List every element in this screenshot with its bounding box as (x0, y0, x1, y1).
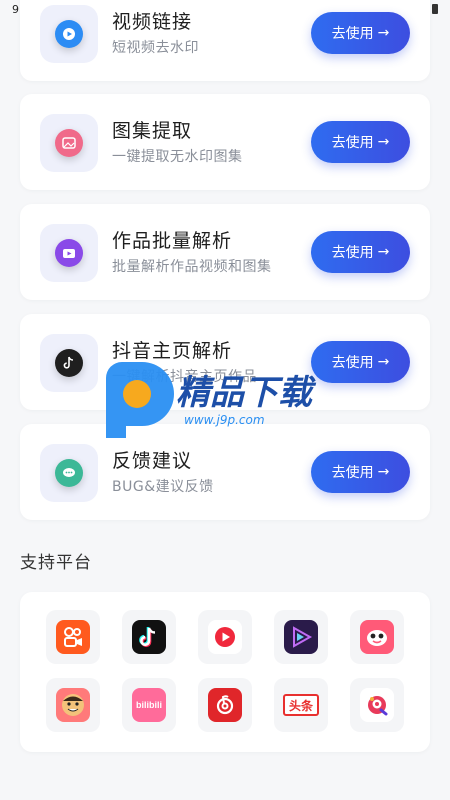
use-button-feedback[interactable]: 去使用 → (311, 451, 410, 493)
platform-face-app[interactable] (46, 678, 100, 732)
feature-desc: 批量解析作品视频和图集 (112, 259, 272, 275)
arrow-right-icon: → (377, 244, 390, 260)
toutiao-logo-icon: 头条 (283, 694, 319, 716)
tiktok-icon (55, 349, 83, 377)
douyin-logo-icon (132, 620, 166, 654)
use-button-label: 去使用 (331, 135, 374, 151)
feature-icon-tile (40, 114, 98, 172)
feature-icon-tile (40, 224, 98, 282)
chat-icon (55, 459, 83, 487)
feature-desc: 短视频去水印 (112, 40, 199, 56)
arrow-right-icon: → (377, 464, 390, 480)
feature-card-douyin-homepage: 抖音主页解析 一键解析抖音主页作品 去使用 → (20, 314, 430, 410)
use-button-label: 去使用 (331, 245, 374, 261)
video-play-icon (55, 20, 83, 48)
netease-music-logo-icon (208, 688, 242, 722)
kuaishou-logo-icon (56, 620, 90, 654)
use-button-label: 去使用 (331, 26, 374, 42)
feature-desc: 一键提取无水印图集 (112, 149, 243, 165)
feature-title: 作品批量解析 (112, 230, 233, 252)
feature-card-batch-parse: 作品批量解析 批量解析作品视频和图集 去使用 → (20, 204, 430, 300)
platform-weishi[interactable] (198, 610, 252, 664)
pipixia-logo-icon (360, 620, 394, 654)
feature-icon-tile (40, 444, 98, 502)
feature-desc: BUG&建议反馈 (112, 479, 214, 495)
face-app-logo-icon (56, 688, 90, 722)
weishi-logo-icon (208, 620, 242, 654)
platforms-grid: bilibili 头条 (46, 610, 406, 732)
platform-toutiao[interactable]: 头条 (274, 678, 328, 732)
platform-video-player[interactable] (274, 610, 328, 664)
use-button-label: 去使用 (331, 465, 374, 481)
feature-title: 视频链接 (112, 11, 193, 33)
use-button-batch-parse[interactable]: 去使用 → (311, 231, 410, 273)
feature-title: 反馈建议 (112, 450, 193, 472)
feature-card-video-link: 视频链接 短视频去水印 去使用 → (20, 0, 430, 81)
platforms-card: bilibili 头条 (20, 592, 430, 752)
platform-zuiyou[interactable] (350, 678, 404, 732)
feature-icon-tile (40, 5, 98, 63)
arrow-right-icon: → (377, 354, 390, 370)
feature-desc: 一键解析抖音主页作品 (112, 369, 257, 385)
feature-title: 图集提取 (112, 120, 193, 142)
arrow-right-icon: → (377, 25, 390, 41)
feature-title: 抖音主页解析 (112, 340, 233, 362)
platform-douyin[interactable] (122, 610, 176, 664)
use-button-video-link[interactable]: 去使用 → (311, 12, 410, 54)
image-icon (55, 129, 83, 157)
platform-netease-music[interactable] (198, 678, 252, 732)
use-button-label: 去使用 (331, 355, 374, 371)
platform-bilibili[interactable]: bilibili (122, 678, 176, 732)
bilibili-logo-icon: bilibili (132, 688, 166, 722)
video-player-logo-icon (284, 620, 318, 654)
platforms-section-title: 支持平台 (20, 553, 92, 573)
use-button-douyin-homepage[interactable]: 去使用 → (311, 341, 410, 383)
battery-icon (432, 4, 438, 14)
platform-kuaishou[interactable] (46, 610, 100, 664)
use-button-gallery-extract[interactable]: 去使用 → (311, 121, 410, 163)
feature-icon-tile (40, 334, 98, 392)
zuiyou-logo-icon (360, 688, 394, 722)
feature-card-feedback: 反馈建议 BUG&建议反馈 去使用 → (20, 424, 430, 520)
batch-video-icon (55, 239, 83, 267)
feature-card-gallery-extract: 图集提取 一键提取无水印图集 去使用 → (20, 94, 430, 190)
arrow-right-icon: → (377, 134, 390, 150)
platform-pipixia[interactable] (350, 610, 404, 664)
